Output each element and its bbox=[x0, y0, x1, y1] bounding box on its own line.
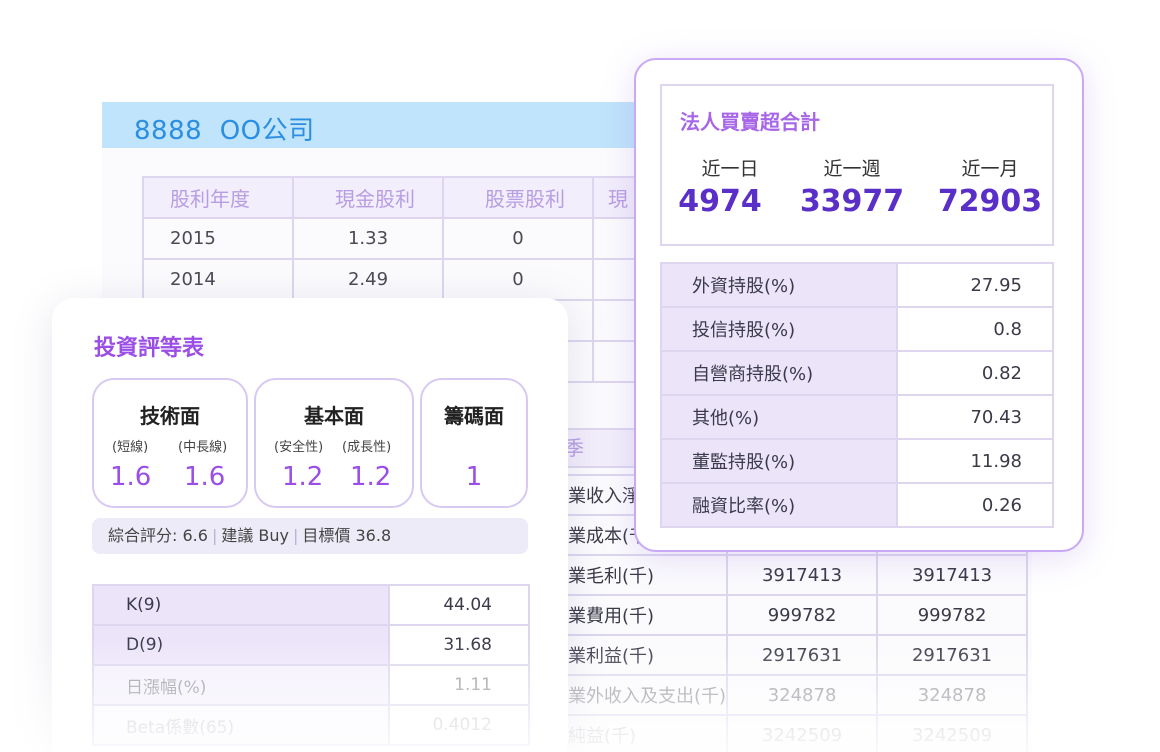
table-row: 日漲幅(%) 1.11 bbox=[92, 664, 530, 706]
institutional-title: 法人買賣超合計 bbox=[680, 110, 820, 134]
table-row: D(9) 31.68 bbox=[92, 624, 530, 666]
rating-card-title: 投資評等表 bbox=[94, 336, 205, 361]
table-cell: 3242509 bbox=[726, 714, 879, 752]
period-label-day: 近一日 bbox=[701, 158, 759, 180]
table-row: 業費用(千) 999782 999782 bbox=[565, 594, 1029, 636]
period-value-day: 4974 bbox=[678, 184, 762, 219]
table-cell: 999782 bbox=[876, 594, 1029, 636]
growth-label: (成長性) bbox=[342, 440, 392, 455]
table-cell: 3242509 bbox=[876, 714, 1029, 752]
table-row: K(9) 44.04 bbox=[92, 584, 530, 626]
growth-score: 1.2 bbox=[350, 462, 392, 492]
table-cell: 0 bbox=[442, 217, 594, 260]
technical-rating-box[interactable]: 技術面 (短線) (中長線) 1.6 1.6 bbox=[92, 378, 248, 508]
row-label: 業費用(千) bbox=[565, 594, 729, 636]
table-cell: 3917413 bbox=[726, 554, 879, 596]
table-row: 業外收入及支出(千) 324878 324878 bbox=[565, 674, 1029, 716]
table-cell: 2.49 bbox=[292, 258, 444, 301]
table-row: 自營商持股(%) 0.82 bbox=[660, 350, 1054, 396]
safety-score: 1.2 bbox=[282, 462, 324, 492]
chips-score: 1 bbox=[465, 462, 483, 492]
indicator-value: 0.4012 bbox=[388, 704, 530, 746]
table-row: 其他(%) 70.43 bbox=[660, 394, 1054, 440]
table-row: 2015 1.33 0 bbox=[142, 217, 674, 260]
fundamental-rating-box[interactable]: 基本面 (安全性) (成長性) 1.2 1.2 bbox=[254, 378, 414, 508]
table-row: 2014 2.49 0 bbox=[142, 258, 674, 301]
table-cell: 2014 bbox=[142, 258, 294, 301]
table-row: 業利益(千) 2917631 2917631 bbox=[565, 634, 1029, 676]
table-row: Beta係數(65) 0.4012 bbox=[92, 704, 530, 746]
rating-category-name: 技術面 bbox=[140, 404, 200, 428]
short-term-label: (短線) bbox=[112, 440, 149, 455]
long-term-label: (中長線) bbox=[178, 440, 228, 455]
table-cell: 0 bbox=[442, 258, 594, 301]
company-code: 8888 bbox=[134, 116, 203, 146]
table-row: 純益(千) 3242509 3242509 bbox=[565, 714, 1029, 752]
holding-label: 投信持股(%) bbox=[660, 306, 898, 352]
recommendation: 建議 Buy bbox=[221, 526, 290, 545]
period-value-week: 33977 bbox=[799, 184, 905, 219]
indicator-value: 44.04 bbox=[388, 584, 530, 626]
indicator-label: 日漲幅(%) bbox=[92, 664, 390, 706]
target-price: 目標價 36.8 bbox=[302, 526, 392, 545]
holdings-table: 外資持股(%) 27.95 投信持股(%) 0.8 自營商持股(%) 0.82 … bbox=[660, 262, 1054, 528]
chips-rating-box[interactable]: 籌碼面 1 bbox=[420, 378, 528, 508]
period-label-month: 近一月 bbox=[961, 158, 1019, 180]
indicator-table: K(9) 44.04 D(9) 31.68 日漲幅(%) 1.11 Beta係數… bbox=[92, 584, 530, 746]
holding-label: 外資持股(%) bbox=[660, 262, 898, 308]
rating-summary-bar: 綜合評分: 6.6 | 建議 Buy | 目標價 36.8 bbox=[92, 518, 528, 554]
indicator-label: Beta係數(65) bbox=[92, 704, 390, 746]
column-header: 現金股利 bbox=[292, 176, 444, 219]
holding-value: 0.82 bbox=[896, 350, 1054, 396]
holding-value: 0.8 bbox=[896, 306, 1054, 352]
indicator-value: 1.11 bbox=[388, 664, 530, 706]
table-row: 融資比率(%) 0.26 bbox=[660, 482, 1054, 528]
table-cell: 2917631 bbox=[876, 634, 1029, 676]
table-header-row: 股利年度 現金股利 股票股利 現 bbox=[142, 176, 674, 219]
row-label: 業外收入及支出(千) bbox=[565, 674, 729, 716]
holding-label: 融資比率(%) bbox=[660, 482, 898, 528]
table-cell: 3917413 bbox=[876, 554, 1029, 596]
company-name: OO公司 bbox=[219, 116, 315, 146]
table-cell: 2917631 bbox=[726, 634, 879, 676]
short-term-score: 1.6 bbox=[110, 462, 152, 492]
rating-category-name: 籌碼面 bbox=[444, 404, 504, 428]
period-label-week: 近一週 bbox=[823, 158, 881, 180]
safety-label: (安全性) bbox=[274, 440, 324, 455]
indicator-label: D(9) bbox=[92, 624, 390, 666]
table-row: 業毛利(千) 3917413 3917413 bbox=[565, 554, 1029, 596]
row-label: 業毛利(千) bbox=[565, 554, 729, 596]
table-row: 董監持股(%) 11.98 bbox=[660, 438, 1054, 484]
holding-label: 自營商持股(%) bbox=[660, 350, 898, 396]
holding-value: 0.26 bbox=[896, 482, 1054, 528]
rating-category-name: 基本面 bbox=[304, 404, 364, 428]
long-term-score: 1.6 bbox=[184, 462, 226, 492]
holding-value: 11.98 bbox=[896, 438, 1054, 484]
column-header: 股票股利 bbox=[442, 176, 594, 219]
holding-value: 70.43 bbox=[896, 394, 1054, 440]
row-label: 業利益(千) bbox=[565, 634, 729, 676]
table-row: 外資持股(%) 27.95 bbox=[660, 262, 1054, 308]
company-title: 8888 OO公司 bbox=[134, 110, 315, 147]
indicator-label: K(9) bbox=[92, 584, 390, 626]
season-column-header: 季 bbox=[566, 428, 640, 468]
table-cell: 999782 bbox=[726, 594, 879, 636]
period-value-month: 72903 bbox=[937, 184, 1043, 219]
holding-label: 董監持股(%) bbox=[660, 438, 898, 484]
holding-value: 27.95 bbox=[896, 262, 1054, 308]
table-cell: 1.33 bbox=[292, 217, 444, 260]
table-cell: 2015 bbox=[142, 217, 294, 260]
table-cell: 324878 bbox=[726, 674, 879, 716]
column-header: 股利年度 bbox=[142, 176, 294, 219]
overall-score: 綜合評分: 6.6 bbox=[108, 526, 208, 545]
holding-label: 其他(%) bbox=[660, 394, 898, 440]
indicator-value: 31.68 bbox=[388, 624, 530, 666]
row-label: 純益(千) bbox=[565, 714, 729, 752]
table-row: 投信持股(%) 0.8 bbox=[660, 306, 1054, 352]
table-cell: 324878 bbox=[876, 674, 1029, 716]
